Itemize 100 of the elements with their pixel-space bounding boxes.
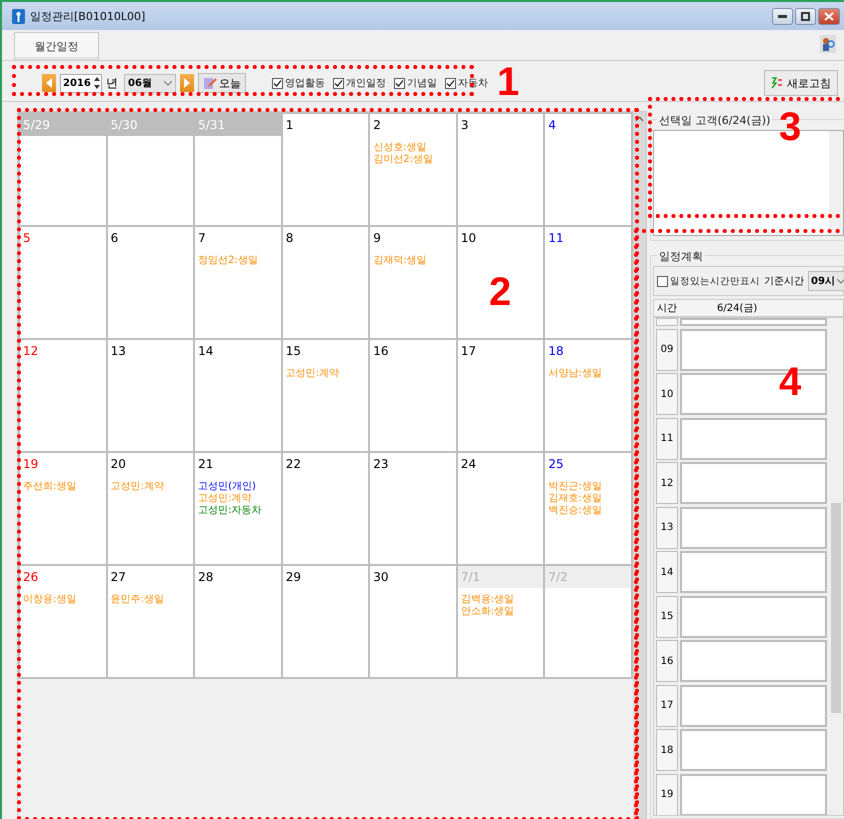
checkbox-icon[interactable] bbox=[394, 78, 405, 88]
calendar-day-cell[interactable]: 12 bbox=[20, 340, 106, 451]
year-field[interactable]: 2016 bbox=[60, 74, 102, 92]
day-number: 21 bbox=[198, 457, 214, 471]
hour-label: 12 bbox=[656, 462, 678, 504]
filter-checkbox[interactable]: 영업활동 bbox=[272, 76, 325, 90]
person-search-icon[interactable] bbox=[820, 35, 836, 53]
calendar-day-cell[interactable]: 28 bbox=[195, 566, 281, 677]
hour-label: 19 bbox=[656, 774, 678, 815]
day-number: 4 bbox=[548, 118, 556, 132]
calendar-day-cell[interactable]: 1 bbox=[282, 114, 368, 225]
only-scheduled-checkbox[interactable]: 일정있는시간만표시 bbox=[657, 274, 760, 288]
day-number: 23 bbox=[373, 457, 389, 471]
day-number: 24 bbox=[460, 457, 476, 471]
calendar-day-cell[interactable]: 30 bbox=[370, 566, 456, 677]
minimize-button[interactable] bbox=[772, 8, 793, 24]
window-title: 일정관리[B01010L00] bbox=[30, 8, 146, 24]
left-triangle-icon bbox=[45, 78, 53, 88]
calendar-day-cell[interactable]: 20 고성민:계약 bbox=[108, 453, 194, 564]
annotation-number: 4 bbox=[779, 362, 802, 402]
group-title: 일정계획 bbox=[657, 249, 705, 264]
calendar-day-cell[interactable]: 9 김재덕:생일 bbox=[370, 227, 456, 338]
spinner-icon[interactable] bbox=[93, 75, 101, 91]
minimize-icon bbox=[778, 14, 787, 18]
month-dropdown[interactable]: 06월 bbox=[124, 74, 176, 92]
hour-label: 13 bbox=[656, 506, 678, 548]
calendar-day-cell[interactable]: 14 bbox=[195, 340, 281, 451]
close-button[interactable] bbox=[818, 8, 840, 24]
calendar-day-cell[interactable]: 29 bbox=[282, 566, 368, 677]
day-number: 7/1 bbox=[460, 570, 480, 584]
time-slot[interactable] bbox=[680, 551, 827, 593]
tab[interactable]: 월간일정 bbox=[14, 32, 99, 60]
hour-label: 16 bbox=[656, 640, 678, 682]
calendar-day-cell[interactable]: 11 bbox=[545, 227, 631, 338]
time-slot[interactable] bbox=[680, 729, 827, 771]
calendar-day-cell[interactable]: 7 정임선2:생일 bbox=[195, 227, 281, 338]
calendar-event[interactable]: 고성민(개인) bbox=[198, 481, 278, 492]
calendar-day-cell[interactable]: 16 bbox=[370, 340, 456, 451]
scrollbar[interactable] bbox=[829, 131, 843, 235]
time-slot[interactable] bbox=[680, 418, 827, 460]
base-time-dropdown[interactable]: 09시 bbox=[808, 271, 844, 291]
day-number: 29 bbox=[286, 570, 301, 584]
calendar-day-cell[interactable]: 18 서양남:생일 bbox=[545, 340, 631, 451]
day-number: 5/31 bbox=[198, 118, 226, 132]
day-number: 6 bbox=[110, 231, 118, 245]
checkbox-icon[interactable] bbox=[272, 78, 283, 88]
day-number: 30 bbox=[373, 570, 389, 584]
calendar-day-cell[interactable]: 21 고성민(개인) 고성민:계약 고성민:자동차 bbox=[195, 453, 281, 564]
app-icon bbox=[12, 8, 25, 24]
day-number: 27 bbox=[110, 570, 126, 584]
day-number: 5/30 bbox=[110, 118, 138, 132]
filter-checkbox[interactable]: 기념일 bbox=[394, 76, 437, 90]
scroll-up-icon[interactable] bbox=[636, 117, 643, 121]
calendar-day-cell[interactable]: 17 bbox=[458, 340, 544, 451]
refresh-button[interactable]: 새로고침 bbox=[764, 70, 838, 96]
day-number: 13 bbox=[110, 344, 126, 358]
day-number: 7/2 bbox=[548, 570, 568, 584]
base-time-label: 기준시간 bbox=[764, 275, 804, 288]
day-number: 16 bbox=[373, 344, 389, 358]
calendar-day-cell[interactable]: 6 bbox=[108, 227, 194, 338]
column-header: 시간 bbox=[656, 302, 678, 315]
calendar-day-cell[interactable]: 24 bbox=[458, 453, 544, 564]
calendar-day-cell[interactable]: 15 고성민:계약 bbox=[282, 340, 368, 451]
calendar-day-cell[interactable]: 23 bbox=[370, 453, 456, 564]
time-slot[interactable] bbox=[680, 640, 827, 682]
calendar-day-cell[interactable]: 3 bbox=[458, 114, 544, 225]
filter-checkbox[interactable]: 개인일정 bbox=[333, 76, 386, 90]
calendar-day-cell[interactable]: 4 bbox=[545, 114, 631, 225]
day-number: 9 bbox=[373, 231, 381, 245]
checkbox-icon[interactable] bbox=[445, 78, 456, 88]
maximize-button[interactable] bbox=[795, 8, 816, 24]
previous-month-button[interactable] bbox=[42, 74, 56, 92]
calendar-day-cell[interactable]: 27 윤민주:생일 bbox=[108, 566, 194, 677]
annotation-number: 2 bbox=[489, 272, 512, 312]
day-number: 19 bbox=[23, 457, 38, 471]
time-slot[interactable] bbox=[680, 774, 827, 815]
calendar-day-cell[interactable]: 5 bbox=[20, 227, 106, 338]
calendar-day-cell[interactable]: 22 bbox=[282, 453, 368, 564]
time-slot[interactable] bbox=[680, 684, 827, 726]
day-number: 25 bbox=[548, 457, 564, 471]
checkbox-icon[interactable] bbox=[657, 276, 668, 286]
caret-icon bbox=[837, 278, 844, 284]
calendar-day-cell[interactable]: 8 bbox=[282, 227, 368, 338]
checkbox-icon[interactable] bbox=[333, 78, 344, 88]
day-number: 8 bbox=[286, 231, 294, 245]
next-month-button[interactable] bbox=[180, 74, 194, 92]
time-slot[interactable] bbox=[680, 596, 827, 638]
refresh-arrows-icon bbox=[771, 76, 783, 90]
time-slot[interactable] bbox=[680, 462, 827, 504]
filter-checkbox[interactable]: 자동차 bbox=[445, 76, 488, 90]
calendar-day-cell[interactable]: 19 주선희:생일 bbox=[20, 453, 106, 564]
calendar-day-cell[interactable]: 26 이창용:생일 bbox=[20, 566, 106, 677]
calendar-day-cell[interactable]: 13 bbox=[108, 340, 194, 451]
hour-label: 18 bbox=[656, 729, 678, 771]
scrollbar-thumb[interactable] bbox=[831, 503, 841, 713]
time-slot[interactable] bbox=[680, 506, 827, 548]
time-slot[interactable] bbox=[680, 318, 827, 326]
today-button[interactable]: 오늘 bbox=[198, 73, 246, 93]
day-number: 5 bbox=[23, 231, 31, 245]
calendar-event[interactable]: 고성민:자동차 bbox=[198, 505, 278, 516]
